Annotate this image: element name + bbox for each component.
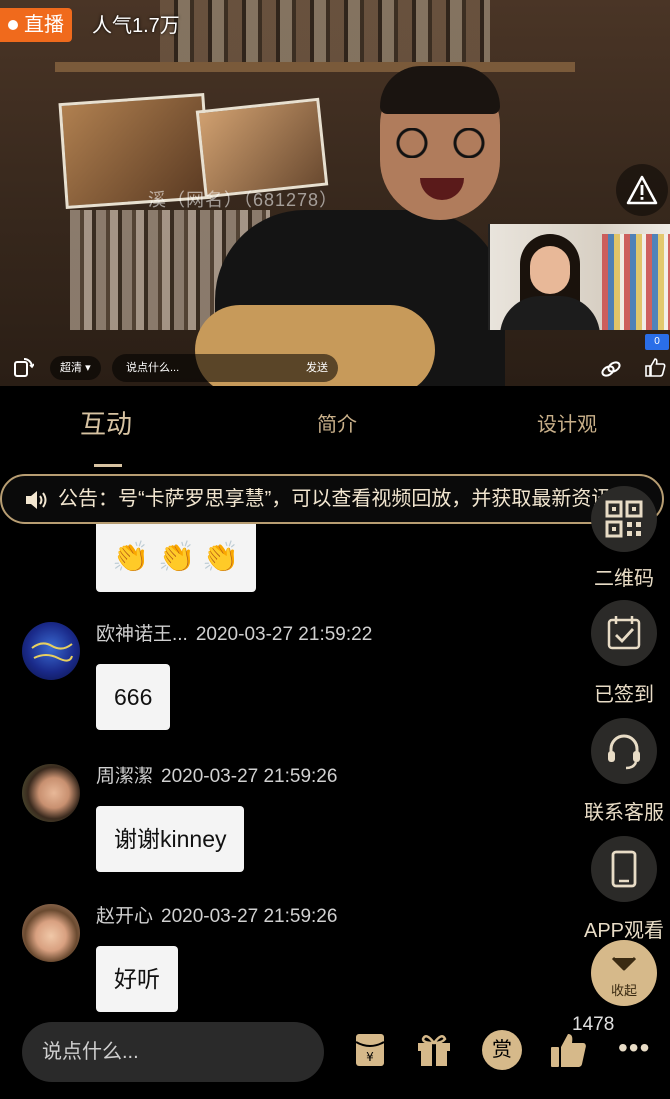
danmaku-send-button[interactable]: 发送 <box>306 354 328 382</box>
customer-service-button[interactable] <box>591 718 657 784</box>
video-like-icon[interactable] <box>644 356 666 378</box>
chat-bubble: 666 <box>96 664 171 730</box>
message-time: 2020-03-27 21:59:26 <box>161 906 338 927</box>
warning-icon <box>626 175 658 205</box>
danmaku-placeholder: 说点什么... <box>126 362 180 374</box>
video-control-bar: 超清 ▾ 说点什么... 发送 <box>0 350 670 386</box>
avatar-art <box>31 642 73 662</box>
rotate-screen-icon[interactable] <box>12 356 34 378</box>
tab-interaction[interactable]: 互动 <box>80 404 132 441</box>
more-options-icon[interactable]: ••• <box>618 1034 650 1062</box>
avatar[interactable] <box>22 764 80 822</box>
speaker-icon <box>26 491 47 509</box>
avatar[interactable] <box>22 904 80 962</box>
reward-button[interactable]: 赏 <box>482 1030 522 1070</box>
message-meta: 赵开心 2020-03-27 21:59:26 <box>96 904 337 930</box>
chat-bubble: 👏 👏 👏 <box>96 524 256 592</box>
reward-label: 赏 <box>492 1039 512 1061</box>
video-watermark-text: 溪（网名）（681278） <box>148 190 339 210</box>
live-badge-label: 直播 <box>24 14 64 36</box>
avatar[interactable] <box>22 622 80 680</box>
sender-name: 周潔潔 <box>96 766 154 787</box>
app-watch-label: APP观看 <box>583 920 665 942</box>
comment-placeholder: 说点什么... <box>42 1041 139 1063</box>
clap-emoji: 👏 <box>112 541 150 574</box>
customer-service-label: 联系客服 <box>584 802 664 824</box>
qrcode-icon <box>605 500 643 538</box>
app-watch-button[interactable] <box>591 836 657 902</box>
sign-in-button[interactable] <box>591 600 657 666</box>
video-background-shelf <box>160 0 490 70</box>
announcement-banner[interactable]: 公告：号“卡萨罗思享慧”，可以查看视频回放，并获取最新资讯 <box>0 474 664 524</box>
sender-name: 欧神诺王... <box>96 624 188 645</box>
tab-design-view[interactable]: 设计观 <box>537 408 597 437</box>
svg-text:¥: ¥ <box>366 1050 374 1064</box>
message-time: 2020-03-27 21:59:22 <box>195 624 373 645</box>
pip-count-value: 0 <box>654 336 660 347</box>
collapse-button[interactable]: 收起 <box>591 940 657 1006</box>
thumbs-up-icon[interactable] <box>548 1030 588 1070</box>
chat-list[interactable]: 👏 👏 👏 欧神诺王... 2020-03-27 21:59:22 666 周潔潔… <box>0 524 580 1014</box>
clap-emoji: 👏 <box>202 541 240 574</box>
headset-icon <box>608 734 640 770</box>
report-button[interactable] <box>616 164 668 216</box>
qrcode-button[interactable] <box>591 486 657 552</box>
live-badge: 直播 <box>0 8 72 42</box>
signed-label: 已签到 <box>594 684 654 706</box>
live-dot-icon <box>8 20 18 30</box>
clap-emoji: 👏 <box>158 541 196 574</box>
live-video-player[interactable]: 直播 人气1.7万 溪（网名）（681278） 0 超清 ▾ 说点什么... 发… <box>0 0 670 386</box>
link-icon[interactable] <box>600 358 622 380</box>
tab-intro[interactable]: 简介 <box>317 408 357 437</box>
qrcode-label: 二维码 <box>594 568 654 590</box>
tab-bar: 互动 简介 设计观 <box>0 386 670 472</box>
gift-icon[interactable] <box>414 1030 454 1070</box>
chevron-down-icon: ▾ <box>85 362 91 374</box>
quality-selector[interactable]: 超清 ▾ <box>50 356 101 380</box>
quality-label: 超清 <box>60 362 82 374</box>
calendar-check-icon <box>607 616 641 650</box>
chevron-down-icon <box>611 956 637 971</box>
active-tab-indicator <box>94 464 122 467</box>
danmaku-input[interactable]: 说点什么... 发送 <box>112 354 338 382</box>
tablet-icon <box>611 850 637 888</box>
announcement-text: 公告：号“卡萨罗思享慧”，可以查看视频回放，并获取最新资讯 <box>58 488 612 510</box>
red-packet-icon[interactable]: ¥ <box>350 1030 390 1070</box>
popularity-count: 人气1.7万 <box>92 15 180 37</box>
like-count: 1478 <box>572 1014 615 1035</box>
message-meta: 欧神诺王... 2020-03-27 21:59:22 <box>96 622 372 648</box>
chat-bubble: 好听 <box>96 946 178 1012</box>
chat-bubble: 谢谢kinney <box>96 806 245 872</box>
collapse-label: 收起 <box>610 983 637 998</box>
comment-input[interactable]: 说点什么... <box>22 1022 324 1082</box>
message-meta: 周潔潔 2020-03-27 21:59:26 <box>96 764 337 790</box>
pip-count-badge: 0 <box>645 334 669 350</box>
guest-pip-video[interactable] <box>488 224 670 330</box>
message-time: 2020-03-27 21:59:26 <box>161 766 338 787</box>
sender-name: 赵开心 <box>96 906 154 927</box>
